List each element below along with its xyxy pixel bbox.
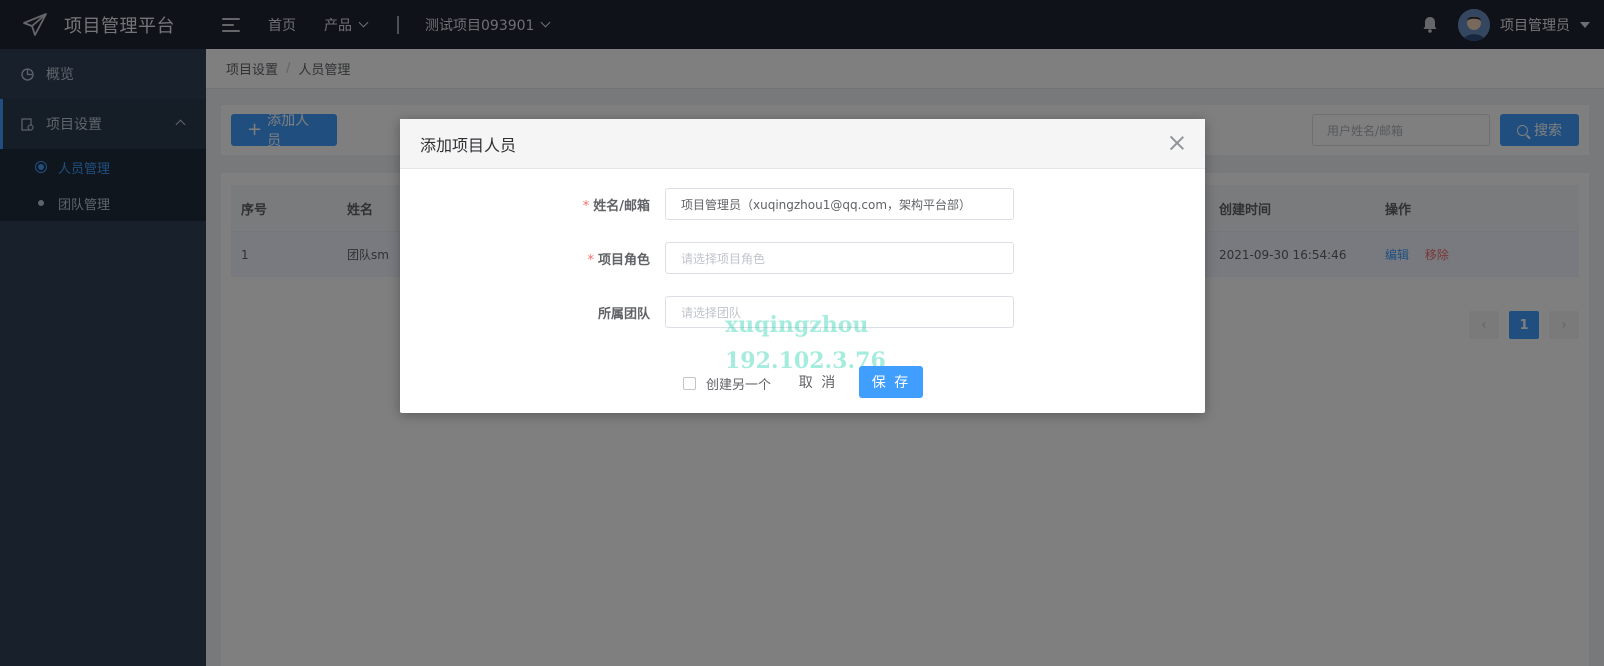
field-label-text: 所属团队 [597, 306, 650, 322]
add-member-dialog: 添加项目人员 * 姓名/邮箱 项目管理员（xuqingzhou1@qq.com，架… [400, 119, 1205, 413]
close-icon[interactable] [1169, 135, 1185, 151]
field-label: * 姓名/邮箱 [583, 195, 650, 214]
checkbox-box[interactable] [683, 377, 696, 390]
create-another-checkbox[interactable]: 创建另一个 [683, 374, 771, 393]
create-another-label: 创建另一个 [706, 378, 772, 393]
name-email-field[interactable]: 项目管理员（xuqingzhou1@qq.com，架构平台部） [665, 188, 1014, 220]
required-mark: * [587, 252, 594, 268]
field-label: 所属团队 [598, 303, 650, 322]
field-label: * 项目角色 [587, 249, 650, 268]
save-button[interactable]: 保 存 [859, 366, 923, 398]
dialog-title: 添加项目人员 [420, 135, 517, 155]
cancel-button[interactable]: 取 消 [786, 366, 850, 398]
dialog-header: 添加项目人员 [400, 119, 1205, 169]
team-select[interactable]: 请选择团队 [665, 296, 1014, 328]
project-role-select[interactable]: 请选择项目角色 [665, 242, 1014, 274]
field-label-text: 姓名/邮箱 [593, 198, 650, 214]
required-mark: * [582, 198, 590, 214]
field-label-text: 项目角色 [597, 252, 650, 268]
form-row-project-role: * 项目角色 请选择项目角色 [400, 241, 1205, 275]
form-row-name-email: * 姓名/邮箱 项目管理员（xuqingzhou1@qq.com，架构平台部） [400, 187, 1205, 221]
form-row-team: 所属团队 请选择团队 [400, 295, 1205, 329]
dialog-footer: 创建另一个 取 消 保 存 [400, 366, 1205, 400]
